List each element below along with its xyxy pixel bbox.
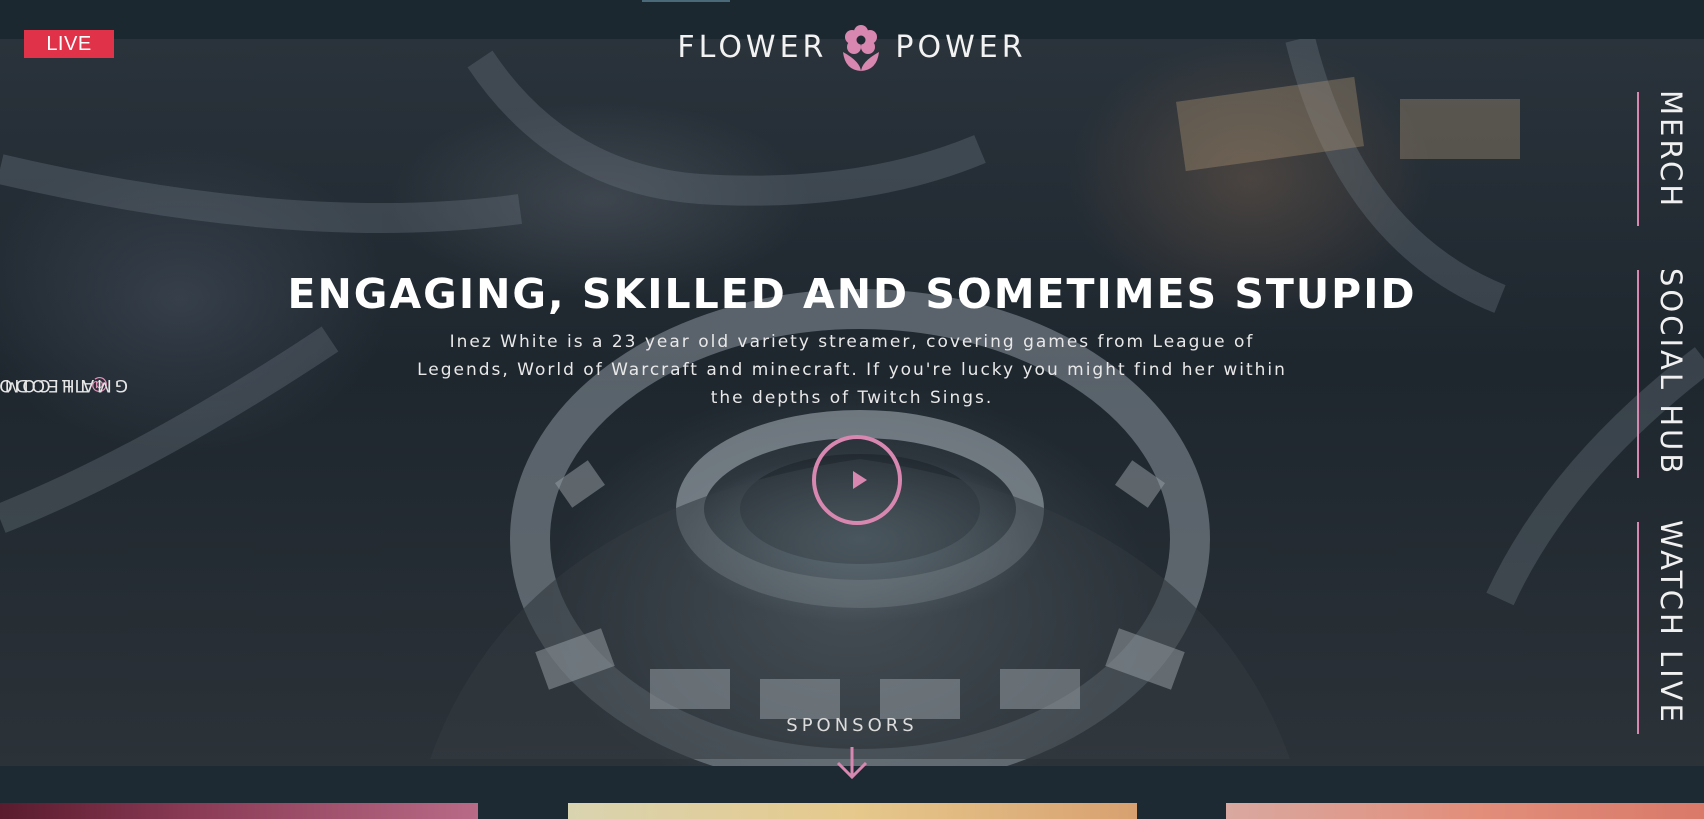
hero-headline: ENGAGING, SKILLED AND SOMETIMES STUPID [287, 270, 1417, 318]
play-icon [852, 471, 867, 489]
logo-text-power: POWER [895, 29, 1027, 65]
sponsor-card[interactable] [568, 803, 1137, 819]
nav-item-merch[interactable]: MERCH [1636, 90, 1696, 228]
sponsor-card[interactable] [1226, 803, 1704, 819]
nav-divider [1637, 522, 1639, 734]
nav-divider [1637, 92, 1639, 226]
contact-email: THEODORE62@GMAIL.COM [0, 374, 128, 395]
logo-text-flower: FLOWER [677, 29, 828, 65]
hero-intro: Inez White is a 23 year old variety stre… [417, 332, 1287, 408]
arrow-down-icon[interactable] [832, 743, 872, 783]
right-navigation: MERCH SOCIAL HUB WATCH LIVE [1636, 88, 1696, 738]
sponsors-label: SPONSORS [786, 715, 918, 736]
nav-item-watch-live[interactable]: WATCH LIVE [1636, 520, 1696, 736]
nav-item-label: WATCH LIVE [1654, 520, 1688, 725]
top-accent-line [642, 0, 730, 2]
nav-item-label: MERCH [1654, 90, 1688, 210]
flower-icon [843, 25, 880, 72]
sponsor-card[interactable] [0, 803, 478, 819]
site-logo[interactable]: FLOWER POWER [0, 20, 1704, 74]
play-button[interactable] [812, 435, 902, 525]
